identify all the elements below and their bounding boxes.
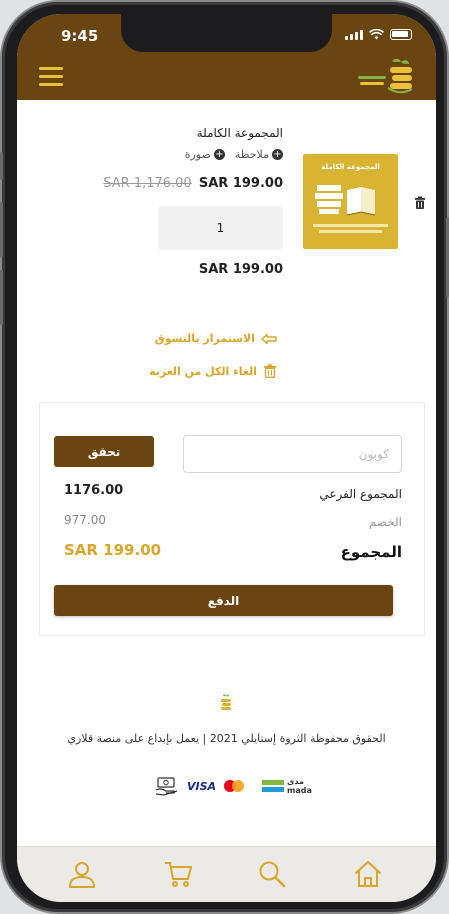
plus-icon: + [272,149,283,160]
continue-shopping-link[interactable]: الاستمرار بالتسوق [155,332,277,345]
add-note-label: ملاحظة [234,148,269,161]
pay-button[interactable]: الدفع [54,585,393,616]
menu-icon[interactable] [39,67,63,87]
old-price: SAR 1,176.00 [103,176,192,191]
trash-icon[interactable] [413,196,427,210]
subtotal-value: 1176.00 [64,483,124,498]
discount-label: الخصم [368,515,402,529]
add-note-button[interactable]: + ملاحظة [235,148,283,161]
logo [358,58,413,94]
app-header [17,54,436,100]
line-total: SAR 199.00 [198,262,283,277]
account-icon[interactable] [67,859,97,889]
side-button [0,270,3,325]
copyright-text: الحقوق محفوظة الثروة إستايلي 2021 | يعمل… [67,732,386,745]
plus-icon: + [213,149,225,160]
side-button [0,202,3,257]
footer: الحقوق محفوظة الثروة إستايلي 2021 | يعمل… [17,652,436,846]
continue-shopping-label: الاستمرار بالتسوق [154,332,255,345]
bottom-tab-bar [17,846,436,902]
current-price: SAR 199.00 [198,176,283,191]
product-image: المجموعة الكاملة [303,154,398,249]
total-value: SAR 199.00 [64,541,162,559]
clear-cart-label: الغاء الكل من العربة [149,364,257,378]
status-time: 9:45 [61,27,99,45]
home-icon[interactable] [353,859,383,889]
mastercard-logo [224,780,245,792]
trash-icon [264,364,276,378]
cash-on-delivery-icon [155,777,178,796]
cart-page: المجموعة الكاملة + ملاحظة + صورة SAR 1,1… [17,100,436,846]
payment-methods: VISA مدى mada [155,776,312,796]
product-title: المجموعة الكاملة [196,126,283,140]
discount-value: 977.00 [64,513,106,527]
cart-icon[interactable] [163,859,193,889]
screen: 9:45 المجموعة الكاملة + ملاحظة + صورة SA… [17,14,436,902]
mada-english: mada [287,786,312,795]
notch [121,14,332,52]
wifi-icon [369,29,384,40]
signal-icon [345,29,363,40]
search-icon[interactable] [257,859,287,889]
subtotal-label: المجموع الفرعي [319,487,402,501]
cart-item: المجموعة الكاملة + ملاحظة + صورة SAR 1,1… [17,100,436,400]
add-image-button[interactable]: + صورة [185,148,225,161]
clear-cart-link[interactable]: الغاء الكل من العربة [149,364,277,378]
status-icons [345,29,412,40]
visa-logo: VISA [187,779,217,793]
book-illustration [313,185,388,233]
arrow-left-icon [261,333,277,344]
battery-icon [390,29,412,40]
side-button [0,152,3,180]
mada-logo: مدى mada [262,777,312,795]
item-actions: + ملاحظة + صورة [185,148,283,161]
quantity-field[interactable]: 1 [158,206,283,250]
mada-arabic: مدى [287,777,304,786]
footer-logo [221,694,231,710]
phone-frame: 9:45 المجموعة الكاملة + ملاحظة + صورة SA… [0,2,449,912]
verify-coupon-button[interactable]: تحقق [54,436,154,467]
order-summary: تحقق المجموع الفرعي 1176.00 الخصم 977.00… [39,402,425,636]
coupon-input[interactable] [183,435,402,473]
add-image-label: صورة [184,148,211,161]
price-row: SAR 1,176.00 SAR 199.00 [103,176,283,191]
total-label: المجموع [340,543,402,561]
